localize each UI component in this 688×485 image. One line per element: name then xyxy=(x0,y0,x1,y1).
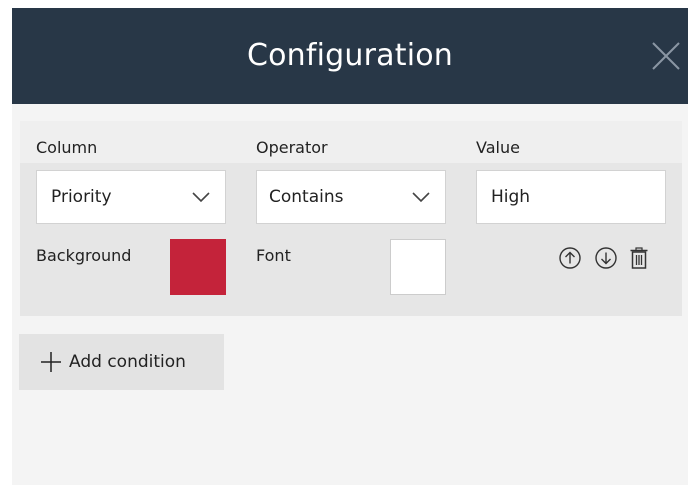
move-down-icon xyxy=(595,247,617,269)
close-icon xyxy=(652,42,680,70)
delete-button[interactable] xyxy=(627,246,651,270)
dialog-title: Configuration xyxy=(246,38,454,73)
condition-labels-strip xyxy=(20,121,682,163)
configuration-dialog: Configuration Column Operator Value Prio… xyxy=(12,8,688,485)
move-down-button[interactable] xyxy=(594,246,618,270)
background-label: Background xyxy=(36,246,132,265)
delete-icon xyxy=(630,247,648,269)
dialog-header: Configuration xyxy=(12,8,688,104)
column-label: Column xyxy=(36,138,98,157)
background-color-swatch[interactable] xyxy=(170,239,226,295)
value-input[interactable]: High xyxy=(476,170,666,224)
operator-select[interactable]: Contains xyxy=(256,170,446,224)
operator-select-value: Contains xyxy=(269,187,344,207)
value-label: Value xyxy=(476,138,520,157)
operator-label: Operator xyxy=(256,138,328,157)
plus-icon xyxy=(41,352,61,372)
close-button[interactable] xyxy=(650,40,682,72)
move-up-button[interactable] xyxy=(558,246,582,270)
chevron-down-icon xyxy=(192,192,210,203)
value-input-text: High xyxy=(491,187,531,207)
add-condition-label: Add condition xyxy=(69,352,186,372)
add-condition-button[interactable]: Add condition xyxy=(19,334,224,390)
chevron-down-icon xyxy=(412,192,430,203)
column-select-value: Priority xyxy=(51,187,112,207)
font-label: Font xyxy=(256,246,291,265)
move-up-icon xyxy=(559,247,581,269)
condition-row: Column Operator Value Priority Contains … xyxy=(20,121,682,316)
font-color-swatch[interactable] xyxy=(390,239,446,295)
column-select[interactable]: Priority xyxy=(36,170,226,224)
